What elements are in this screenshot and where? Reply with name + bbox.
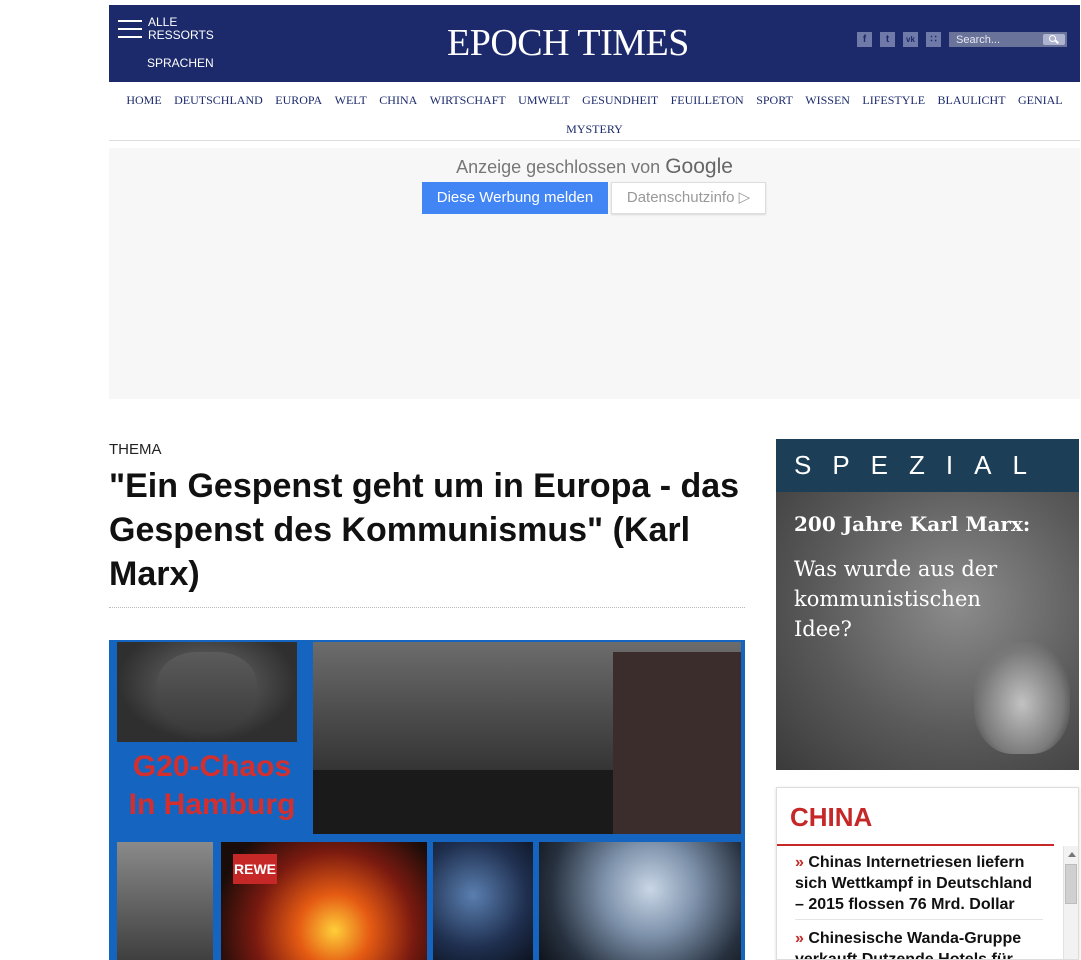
languages-link[interactable]: SPRACHEN	[147, 56, 214, 70]
nav-item-home[interactable]: HOME	[126, 86, 161, 115]
image-caption: G20-Chaos In Hamburg	[117, 748, 307, 834]
image-caption-line-1: G20-Chaos	[132, 750, 292, 783]
headline-divider	[109, 607, 745, 608]
nav-item-sport[interactable]: SPORT	[756, 86, 793, 115]
rooftop-riot-photo	[313, 642, 741, 834]
nav-item-wissen[interactable]: WISSEN	[805, 86, 850, 115]
china-news-box: CHINA Chinas Internetriesen liefern sich…	[776, 787, 1079, 960]
spezial-heading: SPEZIAL	[776, 439, 1079, 492]
store-sign: REWE	[233, 854, 277, 884]
marx-statue-photo	[117, 642, 297, 742]
nav-item-welt[interactable]: WELT	[335, 86, 367, 115]
site-logo[interactable]: EPOCH TIMES	[447, 21, 689, 65]
all-sections-link[interactable]: ALLE RESSORTS	[148, 16, 214, 42]
fire-photo: REWE	[221, 842, 427, 960]
site-header: ALLE RESSORTS SPRACHEN EPOCH TIMES f t v…	[109, 5, 1080, 82]
nav-divider	[109, 140, 1080, 141]
china-news-item[interactable]: Chinas Internetriesen liefern sich Wettk…	[795, 852, 1043, 915]
spezial-subtitle: Was wurde aus der kommunistischen Idee?	[794, 557, 998, 641]
scrollbar-thumb[interactable]	[1065, 864, 1077, 904]
google-logo: Google	[665, 155, 733, 178]
spezial-teaser[interactable]: SPEZIAL 200 Jahre Karl Marx: Was wurde a…	[776, 439, 1079, 770]
nav-item-genial[interactable]: GENIAL	[1018, 86, 1063, 115]
spezial-title: 200 Jahre Karl Marx:	[794, 512, 1031, 536]
nav-item-china[interactable]: CHINA	[379, 86, 417, 115]
spezial-image: 200 Jahre Karl Marx: Was wurde aus der k…	[776, 492, 1079, 770]
nav-item-gesundheit[interactable]: GESUNDHEIT	[582, 86, 658, 115]
crowd-photo	[433, 842, 533, 960]
protester-photo	[117, 842, 213, 960]
all-sections-label-2: RESSORTS	[148, 28, 214, 42]
nav-item-wirtschaft[interactable]: WIRTSCHAFT	[430, 86, 506, 115]
search-input[interactable]	[949, 32, 1044, 47]
water-cannon-photo	[539, 842, 741, 960]
vk-icon[interactable]: vk	[903, 32, 918, 47]
main-navigation: HOME DEUTSCHLAND EUROPA WELT CHINA WIRTS…	[109, 86, 1080, 144]
report-ad-button[interactable]: Diese Werbung melden	[422, 182, 608, 214]
list-divider	[795, 919, 1043, 920]
twitter-icon[interactable]: t	[880, 32, 895, 47]
china-news-item[interactable]: Chinesische Wanda-Gruppe verkauft Dutzen…	[795, 928, 1043, 959]
ad-closed-text: Anzeige geschlossen von	[456, 157, 661, 177]
privacy-info-button[interactable]: Datenschutzinfo ▷	[611, 182, 766, 214]
china-heading-rule	[777, 844, 1054, 846]
image-caption-line-2: In Hamburg	[128, 788, 296, 821]
search-icon[interactable]	[1043, 34, 1065, 45]
nav-item-europa[interactable]: EUROPA	[275, 86, 322, 115]
article-kicker: THEMA	[109, 441, 162, 458]
marx-portrait	[974, 642, 1070, 754]
nav-item-blaulicht[interactable]: BLAULICHT	[938, 86, 1006, 115]
nav-item-feuilleton[interactable]: FEUILLETON	[671, 86, 744, 115]
rss-icon[interactable]: ∷	[926, 32, 941, 47]
facebook-icon[interactable]: f	[857, 32, 872, 47]
article-headline[interactable]: "Ein Gespenst geht um in Europa - das Ge…	[109, 464, 749, 596]
nav-item-umwelt[interactable]: UMWELT	[518, 86, 570, 115]
nav-item-deutschland[interactable]: DEUTSCHLAND	[174, 86, 263, 115]
hamburger-menu-icon[interactable]	[118, 20, 142, 40]
article-image[interactable]: G20-Chaos In Hamburg REWE	[109, 640, 745, 960]
china-heading[interactable]: CHINA	[790, 802, 872, 833]
search-box	[949, 32, 1067, 47]
ad-closed-notice: Anzeige geschlossen von Google	[109, 155, 1080, 179]
nav-item-lifestyle[interactable]: LIFESTYLE	[862, 86, 925, 115]
scroll-up-arrow-icon[interactable]	[1068, 852, 1076, 857]
